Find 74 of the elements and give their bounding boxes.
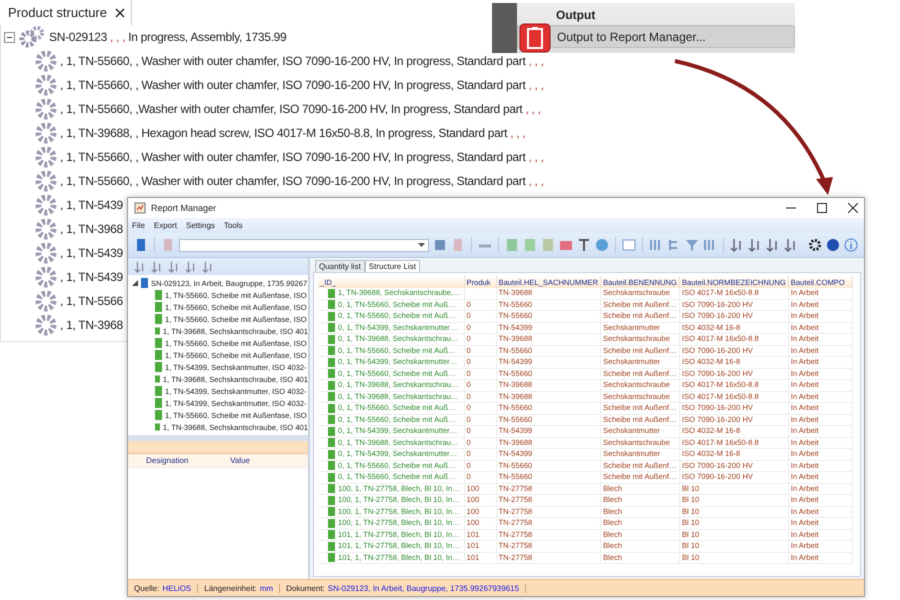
image-icon[interactable] [559,238,573,252]
gear-icon [34,169,58,193]
gear-icon [34,121,58,145]
gear-icon [34,217,58,241]
filter-icon[interactable] [685,238,699,252]
gear-icon [34,289,58,313]
sort-icon[interactable] [730,238,744,252]
gear-icon [34,241,58,265]
settings-icon[interactable] [808,238,822,252]
menu-item[interactable]: Settings [186,221,215,230]
window-title: Report Manager [151,203,218,213]
window-icon[interactable] [622,238,636,252]
close-icon[interactable] [115,8,125,18]
status-label: Quelle: [134,584,160,592]
info-icon[interactable] [844,238,858,252]
column-header[interactable]: Designation [140,456,224,465]
gear-icon [34,265,58,289]
close-icon[interactable] [848,203,858,213]
font-icon[interactable] [577,238,591,252]
page-icon[interactable] [451,238,465,252]
status-value: SN-029123, In Arbeit, Baugruppe, 1735.99267939615 [328,584,520,592]
gear-icon [34,73,58,97]
tree-item-label[interactable]: , 1, TN-3968 [60,222,123,236]
tree-item-label[interactable]: , 1, TN-55660, , Washer with outer chamfer, ISO 7090-16-200 HV, In progress, Standard part , , , [60,78,547,92]
tree-item-label[interactable]: , 1, TN-55660, , Washer with outer chamfer, ISO 7090-16-200 HV, In progress, Standard part , , , [60,150,547,164]
tree-item-label[interactable]: , 1, TN-5566 [60,294,123,308]
spreadsheet-icon[interactable] [523,238,537,252]
gear-icon [34,49,58,73]
clipboard-icon [519,23,551,53]
sort-icon[interactable] [784,238,798,252]
tab[interactable]: Quantity list [315,260,365,272]
gears-icon [19,25,45,49]
sort-icon[interactable] [766,238,780,252]
menu-item[interactable]: Export [154,221,178,230]
sort-icon[interactable] [134,260,146,272]
tree-item-label[interactable]: , 1, TN-55660, ,Washer with outer chamfer, ISO 7090-16-200 HV, In progress, Standard part , , , [60,102,544,116]
gear-icon [34,97,58,121]
tab[interactable]: Structure List [364,260,420,272]
book-icon[interactable] [134,238,148,252]
gear-icon [34,145,58,169]
sort-icon[interactable] [748,238,762,252]
panel-title: Output [555,7,596,23]
tree-item-label[interactable]: , 1, TN-39688, , Hexagon head screw, ISO 4017-M 16x50-8.8, In progress, Standard part , , , [60,126,528,140]
grid-icon[interactable] [703,238,717,252]
status-label: Dokument: [286,584,325,592]
tree-item-label[interactable]: , 1, TN-5439 [60,246,123,260]
tree-item-label[interactable]: , 1, TN-5439 [60,270,123,284]
columns-icon[interactable] [649,238,663,252]
tree-item-label[interactable]: , 1, TN-3968 [60,318,123,332]
panel-strip [492,3,517,53]
status-label: Längeneinheit: [204,584,257,592]
menu-item[interactable]: Tools [224,221,243,230]
expand-arrow-icon[interactable] [132,280,138,286]
dropdown-field[interactable] [179,238,429,252]
page-icon[interactable] [161,238,175,252]
spreadsheet-icon[interactable] [505,238,519,252]
status-value: HELiOS [162,584,192,592]
collapse-icon[interactable] [4,32,15,42]
menu-item[interactable]: File [132,221,145,230]
caret-icon [418,243,425,247]
tree-item-label[interactable]: , 1, TN-5439 [60,198,123,212]
tree-item-label[interactable]: , 1, TN-55660, , Washer with outer chamfer, ISO 7090-16-200 HV, In progress, Standard part , , , [60,54,547,68]
report-icon [134,202,146,214]
sort-icon[interactable] [151,260,163,272]
status-value: mm [260,584,274,592]
gear-icon [34,193,58,217]
tree-item-label[interactable]: SN-029123 , , , In progress, Assembly, 1735.99 [49,30,286,44]
maximize-icon[interactable] [817,203,827,213]
tree-item-label[interactable]: , 1, TN-55660, , Washer with outer chamfer, ISO 7090-16-200 HV, In progress, Standard part , , , [60,174,547,188]
sort-icon[interactable] [168,260,180,272]
column-header[interactable]: Value [224,456,308,465]
sort-icon[interactable] [185,260,197,272]
sort-icon[interactable] [202,260,214,272]
gear-icon [34,313,58,337]
